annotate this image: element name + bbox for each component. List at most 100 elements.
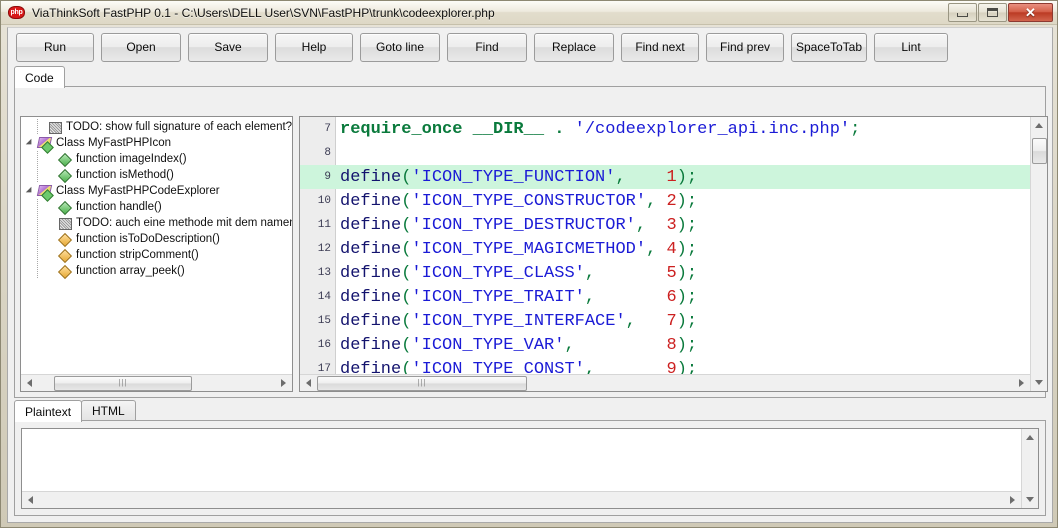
code-token-kw: require_once <box>340 119 463 139</box>
code-lines-container[interactable]: 7 require_once __DIR__ . '/codeexplorer_a… <box>300 117 1030 374</box>
tree-item-label: TODO: show full signature of each elemen… <box>66 121 292 133</box>
output-textbox[interactable] <box>21 428 1039 509</box>
code-editor-viewport[interactable]: 7 require_once __DIR__ . '/codeexplorer_a… <box>300 117 1030 374</box>
code-line[interactable]: 17 define('ICON_TYPE_CONST', 9); <box>300 357 1030 375</box>
tree-item[interactable]: TODO: auch eine methode mit dem namen c <box>21 215 292 231</box>
tree-scroll-left-button[interactable] <box>21 374 38 391</box>
code-token-pun: ( <box>401 263 412 283</box>
tree-item[interactable]: Class MyFastPHPIcon <box>21 135 292 151</box>
tree-connector-line <box>37 167 57 183</box>
code-line[interactable]: 14 define('ICON_TYPE_TRAIT', 6); <box>300 285 1030 309</box>
output-vscroll-track[interactable] <box>1021 446 1038 491</box>
code-vertical-scrollbar[interactable] <box>1030 117 1047 391</box>
code-line[interactable]: 16 define('ICON_TYPE_VAR', 8); <box>300 333 1030 357</box>
output-text[interactable] <box>22 429 1021 491</box>
code-explorer-tree[interactable]: TODO: show full signature of each elemen… <box>20 116 293 392</box>
tree-item[interactable]: function handle() <box>21 199 292 215</box>
tree-item[interactable]: function stripComment() <box>21 247 292 263</box>
tree-horizontal-scrollbar[interactable]: ||| <box>21 374 292 391</box>
tree-hscroll-track[interactable]: ||| <box>38 374 275 391</box>
code-token-pun: ); <box>676 359 698 375</box>
toolbar: Run Open Save Help Goto line Find Replace Find … <box>8 28 1052 66</box>
code-line[interactable]: 7 require_once __DIR__ . '/codeexplorer_a… <box>300 117 1030 141</box>
code-editor[interactable]: 7 require_once __DIR__ . '/codeexplorer_a… <box>299 116 1048 392</box>
function-orange-icon <box>57 247 73 263</box>
expander-collapse-icon[interactable] <box>23 135 37 151</box>
application-window: php ViaThinkSoft FastPHP 0.1 - C:\Users\… <box>0 0 1058 528</box>
code-line[interactable]: 12 define('ICON_TYPE_MAGICMETHOD', 4); <box>300 237 1030 261</box>
find-prev-button[interactable]: Find prev <box>706 32 784 62</box>
code-token-str: 'ICON_TYPE_FUNCTION' <box>411 167 616 187</box>
output-scroll-down-button[interactable] <box>1021 491 1038 508</box>
code-line[interactable]: 11 define('ICON_TYPE_DESTRUCTOR', 3); <box>300 213 1030 237</box>
goto-line-button[interactable]: Goto line <box>360 32 440 62</box>
line-number: 16 <box>317 339 331 351</box>
output-tab-page <box>14 420 1046 516</box>
code-hscroll-thumb[interactable]: ||| <box>317 375 527 391</box>
output-scroll-left-button[interactable] <box>22 491 39 508</box>
tab-html[interactable]: HTML <box>81 400 136 421</box>
line-number: 12 <box>317 243 331 255</box>
code-scroll-down-button[interactable] <box>1030 374 1047 391</box>
output-hscroll-track[interactable] <box>39 491 1004 508</box>
code-scroll-up-button[interactable] <box>1030 117 1047 134</box>
tab-label: Code <box>25 70 54 85</box>
code-token-pun: , <box>584 287 596 307</box>
replace-button[interactable]: Replace <box>534 32 614 62</box>
code-line[interactable]: 9 define('ICON_TYPE_FUNCTION', 1); <box>300 165 1030 189</box>
output-scroll-up-button[interactable] <box>1021 429 1038 446</box>
tree-item[interactable]: function array_peek() <box>21 263 292 279</box>
restore-button[interactable] <box>978 3 1007 22</box>
code-line[interactable]: 10 define('ICON_TYPE_CONSTRUCTOR', 2); <box>300 189 1030 213</box>
save-button[interactable]: Save <box>188 32 268 62</box>
space-to-tab-button[interactable]: SpaceToTab <box>791 32 867 62</box>
help-button[interactable]: Help <box>275 32 353 62</box>
tree-item[interactable]: function imageIndex() <box>21 151 292 167</box>
find-button[interactable]: Find <box>447 32 527 62</box>
code-scroll-right-button[interactable] <box>1013 374 1030 391</box>
code-line[interactable]: 8 <box>300 141 1030 165</box>
code-scroll-left-button[interactable] <box>300 374 317 391</box>
code-line[interactable]: 13 define('ICON_TYPE_CLASS', 5); <box>300 261 1030 285</box>
output-scroll-right-button[interactable] <box>1004 491 1021 508</box>
code-token-str: 'ICON_TYPE_VAR' <box>411 335 565 355</box>
expander-collapse-icon[interactable] <box>23 183 37 199</box>
tree-item[interactable]: Class MyFastPHPCodeExplorer <box>21 183 292 199</box>
minimize-button[interactable] <box>948 3 977 22</box>
client-area: Run Open Save Help Goto line Find Replace Find … <box>7 27 1053 523</box>
close-button[interactable]: ✕ <box>1008 3 1053 22</box>
code-line-text: define('ICON_TYPE_INTERFACE', 7); <box>336 312 697 331</box>
code-line[interactable]: 15 define('ICON_TYPE_INTERFACE', 7); <box>300 309 1030 333</box>
code-vscroll-thumb[interactable] <box>1031 138 1047 164</box>
tree-connector-line <box>37 247 57 263</box>
code-hscroll-track[interactable]: ||| <box>317 374 1013 391</box>
code-token-pun: , <box>615 167 626 187</box>
open-button[interactable]: Open <box>101 32 181 62</box>
output-horizontal-scrollbar[interactable] <box>22 491 1021 508</box>
tab-label: HTML <box>92 404 125 418</box>
tree-item[interactable]: function isToDoDescription() <box>21 231 292 247</box>
lint-button[interactable]: Lint <box>874 32 948 62</box>
code-token-pun: , <box>584 263 596 283</box>
code-token-num: 4 <box>666 239 677 259</box>
run-button[interactable]: Run <box>16 32 94 62</box>
tree-item[interactable]: function isMethod() <box>21 167 292 183</box>
code-vscroll-track[interactable] <box>1030 134 1047 374</box>
tree-scroll-right-button[interactable] <box>275 374 292 391</box>
code-token-pun: ( <box>401 311 412 331</box>
tab-plaintext[interactable]: Plaintext <box>14 400 83 422</box>
find-next-button[interactable]: Find next <box>621 32 699 62</box>
code-token-pun: ( <box>401 167 412 187</box>
output-vertical-scrollbar[interactable] <box>1021 429 1038 508</box>
grip-icon: ||| <box>417 378 427 387</box>
tree-hscroll-thumb[interactable]: ||| <box>54 375 192 391</box>
arrow-right-icon <box>1019 379 1024 387</box>
line-number: 17 <box>317 363 331 374</box>
tree-item[interactable]: TODO: show full signature of each elemen… <box>21 119 292 135</box>
tab-code[interactable]: Code <box>14 66 65 88</box>
code-horizontal-scrollbar[interactable]: ||| <box>300 374 1030 391</box>
